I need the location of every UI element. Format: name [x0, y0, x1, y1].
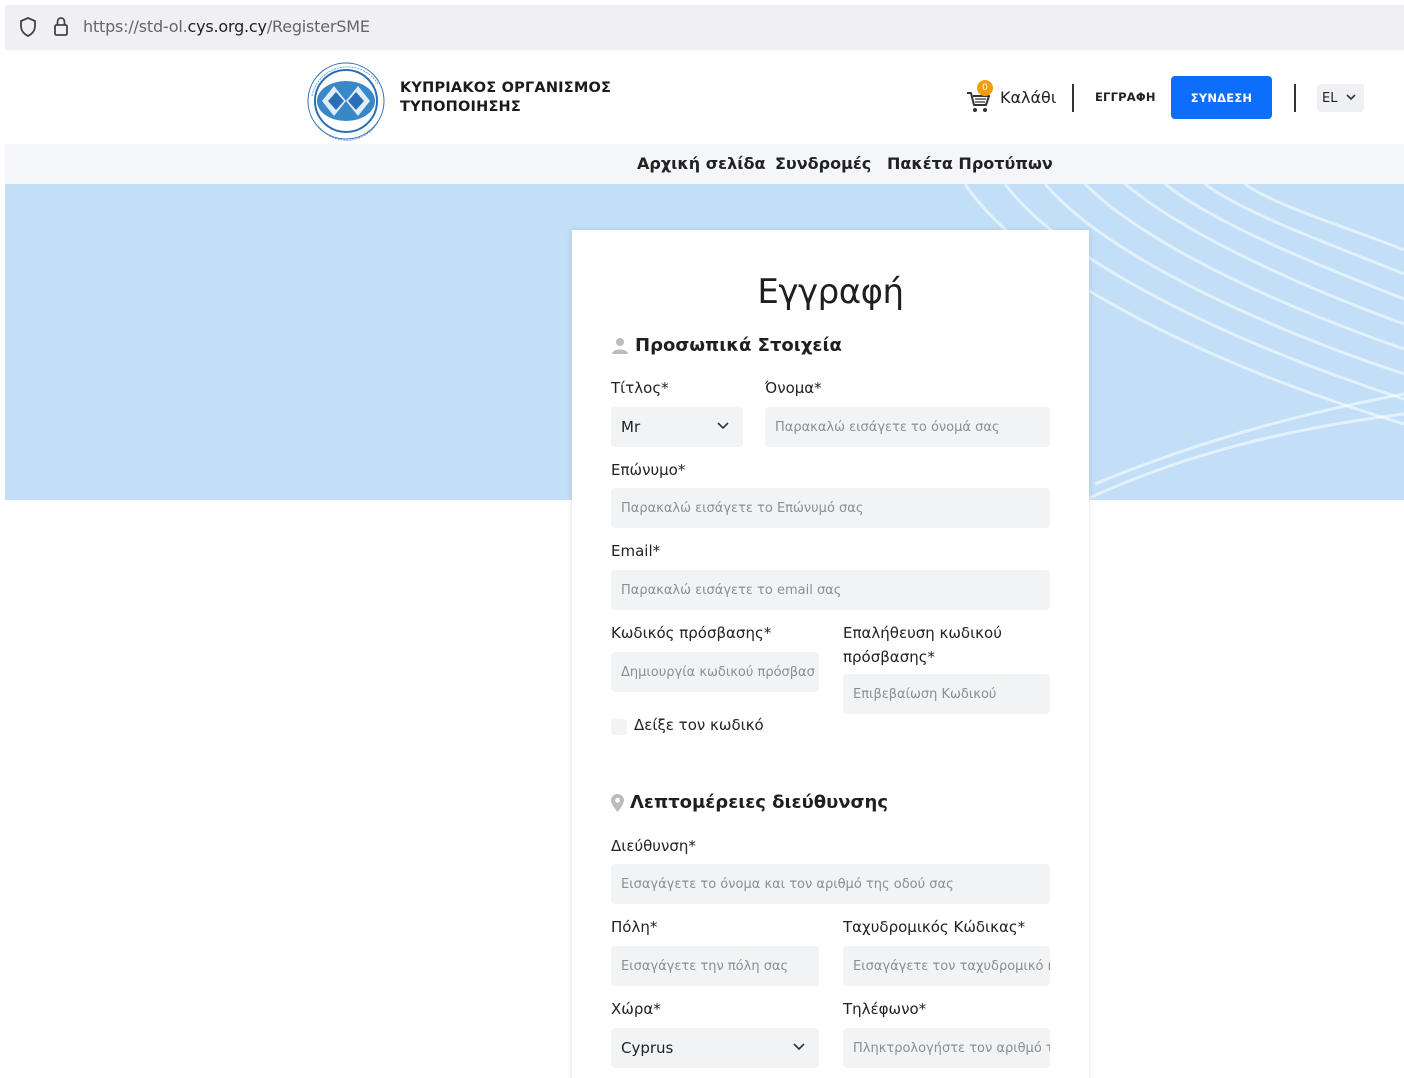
postal-code-label: Ταχυδρομικός Κώδικας* — [843, 918, 1026, 936]
address-label: Διεύθυνση* — [611, 837, 696, 855]
register-link[interactable]: ΕΓΓΡΑΦΗ — [1095, 90, 1156, 104]
email-label: Email* — [611, 542, 661, 560]
language-value: EL — [1322, 90, 1338, 106]
cart-link[interactable]: Καλάθι — [1000, 88, 1056, 107]
location-pin-icon — [611, 793, 624, 812]
first-name-label: Όνομα* — [765, 379, 822, 397]
address-input[interactable]: Εισαγάγετε το όνομα και τον αριθμό της ο… — [611, 864, 1050, 904]
nav-item-home[interactable]: Αρχική σελίδα — [637, 154, 765, 173]
divider — [1294, 84, 1296, 112]
email-input[interactable]: Παρακαλώ εισάγετε το email σας — [611, 570, 1050, 610]
registration-card: Εγγραφή Προσωπικά Στοιχεία Τίτλος* Mr Όν… — [572, 230, 1089, 1078]
personal-section-title: Προσωπικά Στοιχεία — [635, 335, 842, 356]
title-label: Τίτλος* — [611, 379, 669, 397]
personal-section-heading: Προσωπικά Στοιχεία — [611, 335, 842, 356]
url-path: /RegisterSME — [266, 17, 370, 36]
address-section-title: Λεπτομέρειες διεύθυνσης — [630, 792, 889, 813]
phone-input[interactable]: Πληκτρολογήστε τον αριθμό τ — [843, 1028, 1050, 1068]
last-name-input[interactable]: Παρακαλώ εισάγετε το Επώνυμό σας — [611, 488, 1050, 528]
password-label: Κωδικός πρόσβασης* — [611, 624, 772, 642]
brand-name[interactable]: ΚΥΠΡΙΑΚΟΣ ΟΡΓΑΝΙΣΜΟΣ ΤΥΠΟΠΟΙΗΣΗΣ — [400, 79, 611, 117]
password-input[interactable]: Δημιουργία κωδικού πρόσβασ — [611, 652, 819, 692]
nav-item-standard-packages[interactable]: Πακέτα Προτύπων — [887, 154, 1053, 173]
url-prefix: https://std-ol. — [83, 17, 188, 36]
country-select[interactable]: Cyprus — [611, 1028, 819, 1068]
url-text[interactable]: https://std-ol.cys.org.cy/RegisterSME — [83, 17, 370, 36]
confirm-password-input[interactable]: Επιβεβαίωση Κωδικού — [843, 674, 1050, 714]
site-header: ΚΥΠΡΙΑΚΟΣ ΟΡΓΑΝΙΣΜΟΣ ΤΥΠΟΠΟΙΗΣΗΣ 0 Καλάθ… — [5, 50, 1404, 144]
shield-icon — [20, 17, 36, 37]
city-input[interactable]: Εισαγάγετε την πόλη σας — [611, 946, 819, 986]
main-nav: Αρχική σελίδα Συνδρομές Πακέτα Προτύπων — [5, 144, 1404, 184]
cys-logo-icon[interactable] — [298, 56, 390, 142]
confirm-password-label: Επαλήθευση κωδικού πρόσβασης* — [843, 624, 1002, 666]
last-name-label: Επώνυμο* — [611, 461, 686, 479]
chevron-down-icon — [1346, 94, 1356, 101]
user-icon — [612, 337, 628, 354]
lock-icon — [54, 17, 68, 36]
page-title: Εγγραφή — [757, 272, 904, 312]
chevron-down-icon — [717, 422, 729, 430]
postal-code-input[interactable]: Εισαγάγετε τον ταχυδρομικό κ — [843, 946, 1050, 986]
country-label: Χώρα* — [611, 1000, 661, 1018]
divider — [1072, 84, 1074, 112]
title-select-value: Mr — [621, 418, 641, 436]
address-section-heading: Λεπτομέρειες διεύθυνσης — [611, 792, 888, 813]
country-select-value: Cyprus — [621, 1039, 674, 1057]
browser-url-bar[interactable]: https://std-ol.cys.org.cy/RegisterSME — [5, 5, 1404, 50]
first-name-input[interactable]: Παρακαλώ εισάγετε το όνομά σας — [765, 407, 1050, 447]
language-select[interactable]: EL — [1317, 84, 1364, 112]
brand-line-1: ΚΥΠΡΙΑΚΟΣ ΟΡΓΑΝΙΣΜΟΣ — [400, 80, 612, 96]
chevron-down-icon — [793, 1043, 805, 1051]
city-label: Πόλη* — [611, 918, 658, 936]
show-password-label[interactable]: Δείξε τον κωδικό — [634, 716, 764, 734]
phone-label: Τηλέφωνο* — [843, 1000, 927, 1018]
login-button[interactable]: ΣΥΝΔΕΣΗ — [1171, 76, 1272, 119]
title-select[interactable]: Mr — [611, 407, 743, 447]
url-domain: cys.org.cy — [187, 17, 267, 36]
brand-line-2: ΤΥΠΟΠΟΙΗΣΗΣ — [400, 99, 521, 115]
nav-item-subscriptions[interactable]: Συνδρομές — [775, 154, 871, 173]
show-password-checkbox[interactable] — [611, 719, 627, 735]
cart-count-badge: 0 — [977, 80, 993, 96]
